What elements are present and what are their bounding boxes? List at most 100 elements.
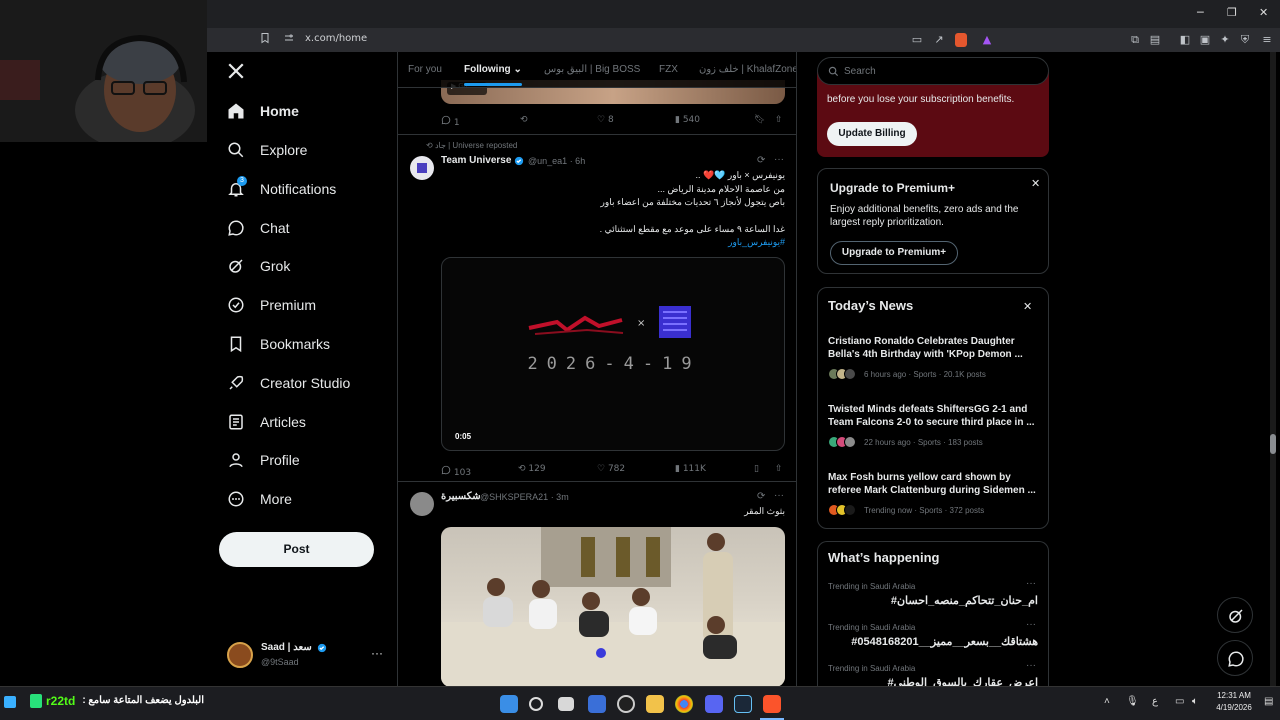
grok-floating-button[interactable] [1217,597,1253,633]
news-item-title[interactable]: Cristiano Ronaldo Celebrates Daughter Be… [828,335,1040,361]
nav-notifications[interactable]: Notifications 3 [227,174,336,204]
repost-count[interactable]: ⟲ 129 [518,464,546,474]
brave-icon[interactable] [763,695,781,713]
steam-icon[interactable] [734,695,752,713]
nav-profile[interactable]: Profile [227,445,300,475]
volume-icon[interactable]: 🔈︎ [1192,696,1198,707]
like-count[interactable]: ♡ 782 [597,464,625,474]
reply-count[interactable]: 103 [441,465,471,478]
search-input[interactable]: Search [844,66,876,77]
nav-grok[interactable]: Grok [227,251,290,281]
view-count[interactable]: ▮ 111K [675,464,706,474]
post-photo[interactable] [441,527,785,686]
clock-time[interactable]: 12:31 AM [1212,691,1256,700]
post-shkspera[interactable]: شكسبيرة @SHKSPERA21 · 3m ⟳ ··· بثوث المق… [398,482,796,686]
nav-creator-studio[interactable]: Creator Studio [227,368,350,398]
news-item-title[interactable]: Max Fosh burns yellow card shown by refe… [828,471,1040,497]
nav-more[interactable]: More [227,484,292,514]
window-maximize-button[interactable]: ❐ [1227,6,1237,19]
post-button[interactable]: Post [219,532,374,567]
menu-icon[interactable]: ≡ [1259,32,1275,48]
share-icon[interactable]: ↗ [931,32,947,48]
clock-date[interactable]: 4/19/2026 [1212,703,1256,712]
update-billing-button[interactable]: Update Billing [827,122,917,146]
tray-chevron-icon[interactable]: ˄ [1104,696,1110,707]
search-taskbar-icon[interactable] [529,697,543,711]
leo-ai-icon[interactable]: ✦ [1217,32,1233,48]
brave-rewards-icon[interactable]: ▲ [979,32,995,48]
discord-icon[interactable] [705,695,723,713]
trend-hashtag[interactable]: #ام_حنان_تتحاكم_منصه_احسان [891,594,1038,607]
wallet-icon[interactable]: ▣ [1197,32,1213,48]
cast-icon[interactable]: ▭ [909,32,925,48]
extensions-icon[interactable]: ⧉ [1127,32,1143,48]
account-switcher[interactable]: Saad | سعد @9tSaad ··· [227,640,387,674]
author-name[interactable]: Team Universe [441,155,511,166]
close-icon[interactable]: ✕ [1031,177,1040,190]
language-icon[interactable]: ع [1152,696,1158,707]
nav-bookmarks[interactable]: Bookmarks [227,329,330,359]
search-box[interactable]: Search [817,57,1049,85]
grok-post-icon[interactable]: ⟳ [757,491,765,502]
x-logo-icon[interactable] [227,62,245,85]
post-hashtag[interactable]: #يونيفرس_باور [441,236,785,250]
nav-chat[interactable]: Chat [227,213,290,243]
news-item-title[interactable]: Twisted Minds defeats ShiftersGG 2-1 and… [828,403,1040,429]
file-explorer-icon[interactable] [646,695,664,713]
scrollbar-track[interactable] [1270,52,1276,686]
view-count[interactable]: ▮ 540 [675,115,700,125]
obs-icon[interactable] [617,695,635,713]
reply-count[interactable]: 1 [441,115,460,128]
grok-post-icon[interactable]: ⟳ [757,155,765,166]
share-post-icon[interactable]: ⇧ [775,115,783,125]
author-handle: @SHKSPERA21 · 3m [480,492,569,502]
start-icon[interactable] [500,695,518,713]
upgrade-premium-button[interactable]: Upgrade to Premium+ [830,241,958,265]
microphone-icon[interactable]: 🎙︎ [1126,696,1139,707]
tab-big-boss[interactable]: البيق بوس | Big BOSS [544,64,640,75]
window-close-button[interactable]: ✕ [1259,6,1268,19]
bookmark-post-icon[interactable]: 🔖︎ [754,115,765,125]
tab-search-icon[interactable]: ▤ [1147,32,1163,48]
brave-shield-icon[interactable] [955,33,967,47]
messages-floating-button[interactable] [1217,640,1253,676]
tab-following[interactable]: Following ⌄ [464,64,522,75]
chrome-icon[interactable] [675,695,693,713]
tab-khalafzone[interactable]: خلف زون | KhalafZone [699,64,796,75]
share-post-icon[interactable]: ⇧ [775,464,783,474]
trend-hashtag[interactable]: #هشتاقك__بسعر__مميز__0548168201 [851,635,1038,648]
account-more-icon[interactable]: ··· [371,646,383,660]
trend-more-icon[interactable]: ··· [1026,660,1036,671]
post-more-icon[interactable]: ··· [774,490,784,501]
repost-icon[interactable]: ⟲ [520,115,528,125]
vpn-icon[interactable]: ⛨ [1237,32,1253,48]
close-icon[interactable]: ✕ [1023,300,1032,313]
nav-explore[interactable]: Explore [227,135,307,165]
store-icon[interactable] [588,695,606,713]
scrollbar-thumb[interactable] [1270,434,1276,454]
post-team-universe[interactable]: ⟲ جاد | Universe reposted Team Universe … [398,135,796,481]
avatar[interactable] [410,492,434,516]
notification-center-icon[interactable]: ▤ [1264,696,1273,707]
tab-for-you[interactable]: For you [408,64,442,75]
site-info-icon[interactable] [281,32,297,48]
trend-more-icon[interactable]: ··· [1026,619,1036,630]
nav-home[interactable]: Home [227,96,299,126]
url-text[interactable]: x.com/home [305,33,367,44]
like-count[interactable]: ♡ 8 [597,115,614,125]
nav-articles[interactable]: Articles [227,407,306,437]
network-icon[interactable]: ▭ [1175,696,1184,707]
task-view-icon[interactable] [558,697,574,711]
avatar[interactable] [410,156,434,180]
bookmark-post-icon[interactable]: ▯ [754,464,759,474]
window-minimize-button[interactable]: ─ [1197,6,1204,19]
article-icon [229,414,243,430]
video-player[interactable]: × 2026-4-19 0:05 [441,257,785,451]
tab-fzx[interactable]: FZX [659,64,678,75]
bookmark-page-icon[interactable] [257,32,273,48]
author-name[interactable]: شكسبيرة [441,491,481,502]
trend-more-icon[interactable]: ··· [1026,578,1036,589]
nav-premium[interactable]: Premium [227,290,316,320]
post-more-icon[interactable]: ··· [774,154,784,165]
sidebar-toggle-icon[interactable]: ◧ [1177,32,1193,48]
